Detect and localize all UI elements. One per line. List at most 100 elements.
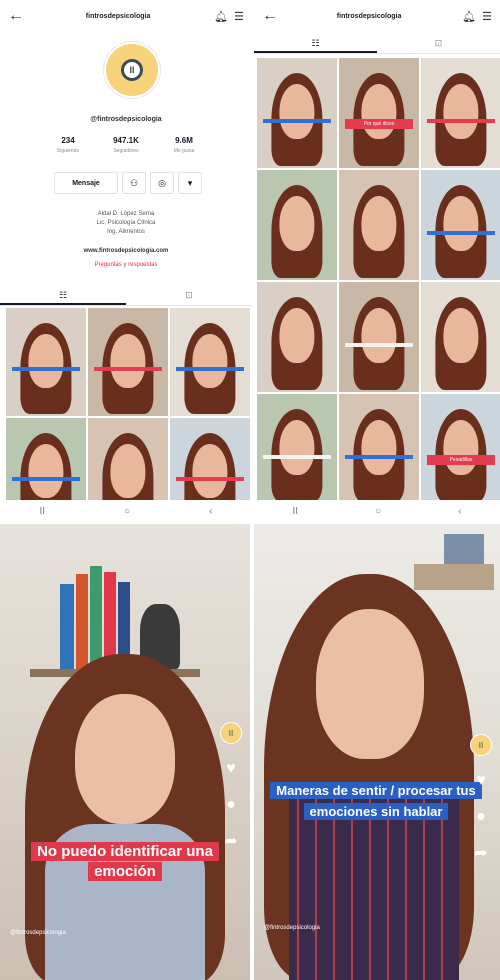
android-nav-left: II ○ ‹ — [0, 500, 252, 522]
thumbnail-caption — [176, 367, 244, 372]
profile-bio: Aldai D. López Serna Lic. Psicología Clí… — [96, 211, 156, 235]
video-thumbnail[interactable] — [6, 308, 86, 416]
video-meta: @fintrosdepsicologia — [10, 929, 66, 938]
video-thumbnail[interactable] — [6, 418, 86, 500]
thumbnail-person-face — [361, 84, 397, 140]
person-face — [316, 609, 424, 759]
comment-icon[interactable]: ● — [470, 806, 492, 828]
profile-link[interactable]: www.fintrosdepsicologia.com — [0, 248, 252, 254]
bell-icon[interactable]: 🔔︎ — [214, 10, 228, 23]
video-thumbnail[interactable] — [421, 170, 500, 280]
thumbnail-caption — [345, 454, 413, 459]
thumbnail-person-face — [443, 196, 479, 252]
video-caption: No puedo identificar una emoción — [20, 842, 230, 882]
book — [76, 574, 88, 669]
thumbnail-caption — [176, 477, 244, 482]
tab-videos[interactable]: ☷ — [254, 34, 377, 53]
grid-tabs: ☷ ⊡ — [254, 34, 500, 54]
thumbnail-person-face — [279, 420, 315, 476]
thumbnail-caption — [12, 477, 80, 482]
back-arrow-icon[interactable]: ← — [8, 7, 28, 25]
profile-actions: Mensaje ⚇ ◎ ▾ — [54, 172, 202, 194]
video-thumbnail[interactable] — [339, 394, 419, 500]
thumbnail-caption — [263, 118, 331, 123]
thumbnail-person-face — [361, 308, 397, 364]
video-thumbnail[interactable] — [339, 170, 419, 280]
thumbnail-caption: Por qué dices — [345, 118, 413, 129]
back-arrow-icon[interactable]: ← — [262, 7, 282, 25]
menu-icon[interactable]: ☰ — [234, 10, 244, 23]
video-thumbnail[interactable] — [170, 308, 250, 416]
follow-user-icon[interactable]: ⚇ — [122, 172, 146, 194]
instagram-icon[interactable]: ◎ — [150, 172, 174, 194]
profile-avatar: II — [104, 42, 160, 98]
thumbnail-person-face — [110, 443, 146, 498]
profile-title: fintrosdepsicologia — [85, 12, 151, 20]
grid-topbar: ← fintrosdepsicologia 🔔︎ ☰ — [254, 0, 500, 32]
video-thumbnail[interactable] — [257, 170, 337, 280]
thumbnail-person-face — [192, 443, 228, 498]
video-player-1[interactable]: No puedo identificar una emoción II ♥ ● … — [0, 524, 250, 980]
book — [90, 566, 102, 669]
thumbnail-person-face — [443, 420, 479, 476]
recent-apps-icon[interactable]: II — [40, 506, 46, 517]
creator-avatar[interactable]: II — [220, 722, 242, 744]
share-icon[interactable]: ➦ — [470, 842, 492, 864]
thumbnail-person-face — [443, 308, 479, 364]
profile-handle: @fintrosdepsicologia — [90, 116, 162, 123]
eye-logo-icon: II — [121, 59, 143, 81]
thumbnail-caption — [263, 454, 331, 459]
video-thumbnail[interactable]: Por qué dices — [339, 58, 419, 168]
video-player-2[interactable]: Maneras de sentir / procesar tus emocion… — [254, 524, 500, 980]
video-thumbnail[interactable] — [339, 282, 419, 392]
video-thumbnail[interactable] — [421, 58, 500, 168]
video-thumbnail[interactable] — [421, 282, 500, 392]
thumbnail-person-face — [28, 443, 64, 498]
profile-video-grid — [6, 308, 252, 500]
thumbnail-caption — [12, 367, 80, 372]
video-user[interactable]: @fintrosdepsicologia — [264, 924, 320, 933]
bell-icon[interactable]: 🔔︎ — [462, 10, 476, 23]
thumbnail-caption — [94, 367, 162, 372]
book — [60, 584, 74, 669]
tab-liked[interactable]: ⊡ — [377, 34, 500, 53]
comment-icon[interactable]: ● — [220, 794, 242, 816]
tab-liked[interactable]: ⊡ — [126, 286, 252, 305]
thumbnail-person-face — [361, 196, 397, 252]
message-button[interactable]: Mensaje — [54, 172, 118, 194]
heart-icon[interactable]: ♥ — [220, 758, 242, 780]
video-thumbnail[interactable]: Pesadillas — [421, 394, 500, 500]
menu-icon[interactable]: ☰ — [482, 10, 492, 23]
grid-panel: ← fintrosdepsicologia 🔔︎ ☰ ☷ ⊡ Por qué d… — [254, 0, 500, 500]
recent-apps-icon[interactable]: II — [293, 506, 299, 517]
tab-videos[interactable]: ☷ — [0, 286, 126, 305]
video-user[interactable]: @fintrosdepsicologia — [10, 929, 66, 938]
video-thumbnail[interactable] — [88, 308, 168, 416]
back-icon[interactable]: ‹ — [209, 506, 212, 517]
heart-icon[interactable]: ♥ — [470, 770, 492, 792]
home-icon[interactable]: ○ — [124, 506, 130, 517]
stat-following[interactable]: 234 Siguiendo — [40, 136, 96, 154]
back-icon[interactable]: ‹ — [458, 506, 461, 517]
profile-stats: 234 Siguiendo 947.1K Seguidores 9.6M Me gus… — [40, 136, 212, 154]
video-thumbnail[interactable] — [257, 58, 337, 168]
thumbnail-person-face — [279, 196, 315, 252]
android-nav-right: II ○ ‹ — [254, 500, 500, 522]
home-icon[interactable]: ○ — [375, 506, 381, 517]
video-thumbnail[interactable] — [257, 282, 337, 392]
thumbnail-person-face — [279, 308, 315, 364]
video-thumbnail[interactable] — [170, 418, 250, 500]
more-options-icon[interactable]: ▾ — [178, 172, 202, 194]
qa-link[interactable]: Preguntas y respuestas — [0, 262, 252, 268]
shelf — [414, 564, 494, 590]
stat-followers[interactable]: 947.1K Seguidores — [98, 136, 154, 154]
grid-title: fintrosdepsicologia — [336, 12, 402, 20]
video-thumbnail[interactable] — [257, 394, 337, 500]
video-actions: II ♥ ● ➦ — [470, 734, 492, 864]
video-caption: Maneras de sentir / procesar tus emocion… — [260, 780, 492, 822]
share-icon[interactable]: ➦ — [220, 830, 242, 852]
thumbnail-caption — [345, 342, 413, 347]
thumbnail-caption: Pesadillas — [427, 454, 495, 465]
video-thumbnail[interactable] — [88, 418, 168, 500]
creator-avatar[interactable]: II — [470, 734, 492, 756]
